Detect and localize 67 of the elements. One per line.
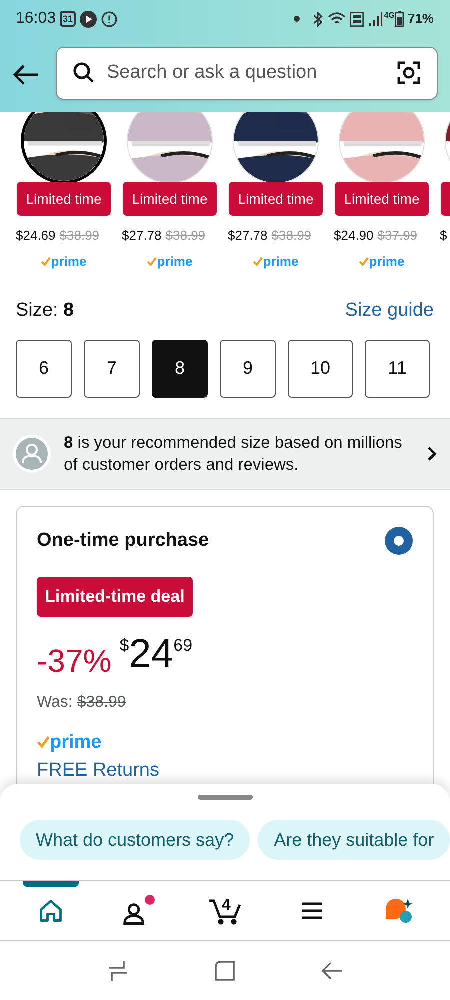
variant-price: $24.90 bbox=[334, 227, 374, 245]
account-icon[interactable] bbox=[121, 894, 156, 926]
variant-price: $ bbox=[440, 227, 448, 245]
chat-bubbles-icon[interactable] bbox=[384, 896, 414, 924]
recommendation-banner[interactable]: 8 is your recommended size based on millions of customer orders and reviews. bbox=[0, 418, 450, 490]
battery-percent: 71% bbox=[408, 10, 434, 28]
question-chip[interactable]: Are they suitable for bbox=[258, 820, 450, 860]
prime-logo: prime bbox=[253, 252, 299, 272]
free-returns-link[interactable]: FREE Returns bbox=[37, 757, 160, 786]
variant-list-price: $38.99 bbox=[60, 227, 100, 245]
size-option[interactable]: 9 bbox=[220, 340, 276, 398]
search-icon bbox=[73, 62, 95, 84]
camera-scan-icon[interactable] bbox=[397, 61, 421, 85]
size-option[interactable]: 8 bbox=[152, 340, 208, 398]
limited-time-badge: Limited time bbox=[335, 182, 429, 216]
size-label: Size: 8 bbox=[16, 299, 74, 323]
prime-logo: prime bbox=[147, 252, 193, 272]
check-icon bbox=[37, 736, 50, 750]
back-arrow-icon[interactable] bbox=[12, 63, 40, 87]
volte-icon bbox=[350, 12, 364, 26]
check-icon bbox=[253, 256, 264, 266]
back-icon[interactable] bbox=[321, 960, 343, 982]
battery-icon bbox=[394, 11, 404, 27]
prime-logo: prime bbox=[41, 252, 87, 272]
recommendation-text: 8 is your recommended size based on millions of customer orders and reviews. bbox=[64, 432, 404, 476]
variant-list-price: $38.99 bbox=[272, 227, 312, 245]
variant-list-price: $38.99 bbox=[166, 227, 206, 245]
calendar-icon: 31 bbox=[60, 11, 76, 27]
bluetooth-icon bbox=[312, 12, 324, 26]
avatar-icon bbox=[12, 434, 52, 474]
wifi-icon bbox=[328, 12, 346, 26]
active-tab-indicator bbox=[23, 881, 80, 887]
menu-icon[interactable] bbox=[300, 900, 324, 920]
variant-list-price: $37.99 bbox=[378, 227, 418, 245]
prime-logo: prime bbox=[359, 252, 405, 272]
signal-icon bbox=[368, 12, 384, 26]
play-icon bbox=[80, 10, 98, 28]
variant-price: $27.78 bbox=[228, 227, 268, 245]
purchase-title: One-time purchase bbox=[37, 528, 210, 552]
recents-icon[interactable] bbox=[107, 960, 129, 982]
size-option[interactable]: 11 bbox=[365, 340, 430, 398]
limited-time-badge: Limited time bbox=[17, 182, 111, 216]
size-option[interactable]: 6 bbox=[16, 340, 72, 398]
home-icon[interactable] bbox=[38, 898, 64, 924]
check-icon bbox=[147, 256, 158, 266]
variant-price: $27.78 bbox=[122, 227, 162, 245]
variant-price: $24.69 bbox=[16, 227, 56, 245]
deal-badge: Limited-time deal bbox=[37, 577, 193, 616]
size-option[interactable]: 7 bbox=[84, 340, 140, 398]
home-button-icon[interactable] bbox=[214, 960, 236, 982]
drag-handle[interactable] bbox=[198, 795, 252, 800]
check-icon bbox=[41, 256, 52, 266]
was-price: Was: $38.99 bbox=[37, 692, 126, 712]
limited-time-badge: Limited time bbox=[229, 182, 323, 216]
search-field[interactable]: Search or ask a question bbox=[56, 46, 438, 100]
limited-time-badge: Limited time bbox=[123, 182, 217, 216]
network-label: 4G bbox=[384, 10, 395, 22]
check-icon bbox=[359, 256, 370, 266]
radio-button[interactable] bbox=[385, 526, 413, 555]
status-time: 16:03 bbox=[16, 9, 56, 29]
chevron-right-icon bbox=[426, 444, 438, 462]
size-option[interactable]: 10 bbox=[288, 340, 353, 398]
question-chip[interactable]: What do customers say? bbox=[20, 820, 250, 860]
size-guide-link[interactable]: Size guide bbox=[345, 297, 434, 326]
prime-logo: prime bbox=[37, 728, 102, 757]
alert-icon bbox=[101, 10, 118, 28]
discount-percent: -37% bbox=[37, 642, 112, 680]
